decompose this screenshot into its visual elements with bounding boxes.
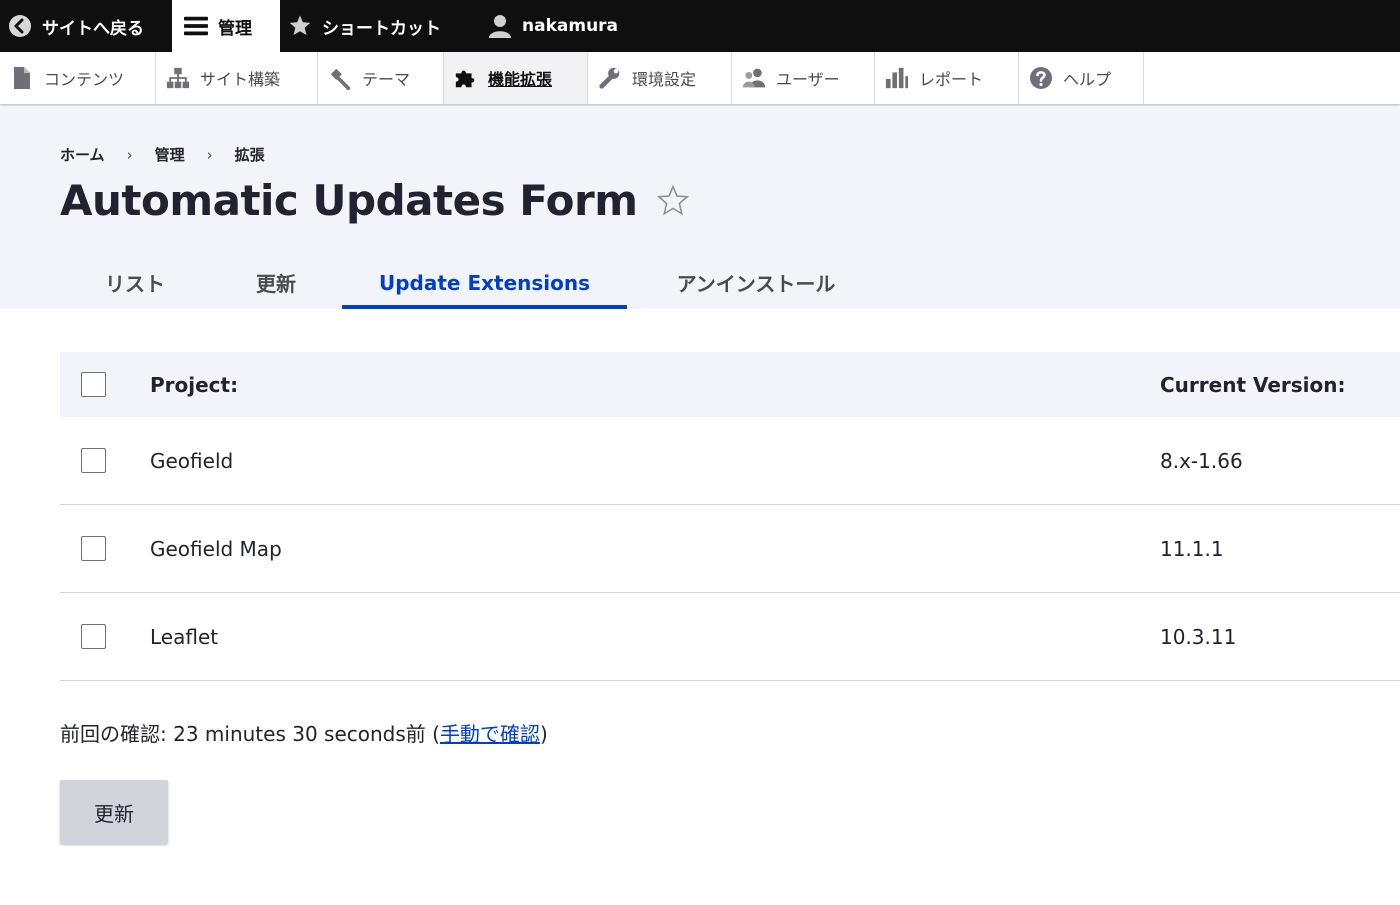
row-checkbox[interactable] — [81, 536, 106, 561]
user-label: nakamura — [522, 16, 619, 36]
breadcrumb-extend[interactable]: 拡張 — [235, 144, 265, 165]
last-check-suffix: ) — [539, 722, 548, 746]
current-version: 8.x-1.66 — [1160, 448, 1243, 473]
tab-list[interactable]: リスト — [60, 256, 210, 309]
arrow-left-circle-icon — [8, 14, 32, 38]
row-select-cell — [60, 624, 150, 649]
select-all-checkbox[interactable] — [81, 372, 106, 397]
project-name: Geofield — [150, 448, 234, 473]
manage-tab[interactable]: 管理 — [172, 0, 280, 52]
tray-label-help: ヘルプ — [1063, 70, 1112, 89]
tray-item-content[interactable]: コンテンツ — [0, 52, 156, 104]
page-header: ホーム › 管理 › 拡張 Automatic Updates Form リスト… — [0, 106, 1400, 309]
check-manually-link[interactable]: 手動で確認 — [440, 722, 540, 746]
breadcrumb-home[interactable]: ホーム — [60, 144, 105, 165]
add-shortcut-star-icon[interactable] — [656, 184, 690, 218]
page-title-text: Automatic Updates Form — [60, 176, 638, 225]
tray-label-config: 環境設定 — [632, 70, 697, 89]
row-checkbox[interactable] — [81, 624, 106, 649]
select-all-cell — [60, 372, 150, 397]
page-title: Automatic Updates Form — [60, 176, 690, 225]
tray-item-extend[interactable]: 機能拡張 — [444, 52, 588, 104]
current-version: 10.3.11 — [1160, 624, 1237, 649]
update-button[interactable]: 更新 — [60, 780, 168, 844]
tab-uninstall[interactable]: アンインストール — [627, 256, 885, 309]
table-row: Leaflet 10.3.11 — [60, 593, 1400, 681]
wrench-icon — [598, 66, 622, 90]
tray-item-structure[interactable]: サイト構築 — [156, 52, 318, 104]
sitemap-icon — [166, 66, 190, 90]
breadcrumb-admin[interactable]: 管理 — [155, 144, 185, 165]
tray-item-help[interactable]: ヘルプ — [1019, 52, 1144, 104]
last-check-prefix: 前回の確認: 23 minutes 30 seconds前 ( — [60, 722, 440, 746]
table-row: Geofield Map 11.1.1 — [60, 505, 1400, 593]
project-column-header: Project: — [150, 372, 239, 397]
tab-update[interactable]: 更新 — [210, 256, 342, 309]
user-tab[interactable]: nakamura — [476, 0, 632, 52]
bar-chart-icon — [885, 66, 909, 90]
tray-label-people: ユーザー — [776, 70, 840, 89]
shortcuts-tab[interactable]: ショートカット — [280, 0, 476, 52]
tray-item-reports[interactable]: レポート — [875, 52, 1019, 104]
paintbrush-icon — [328, 66, 352, 90]
star-icon — [288, 14, 312, 38]
admin-toolbar: サイトへ戻る 管理 ショートカット nakamura — [0, 0, 1400, 52]
puzzle-icon — [454, 66, 478, 90]
row-select-cell — [60, 448, 150, 473]
current-version: 11.1.1 — [1160, 536, 1224, 561]
tray-item-config[interactable]: 環境設定 — [588, 52, 732, 104]
last-check-status: 前回の確認: 23 minutes 30 seconds前 (手動で確認) — [60, 718, 548, 747]
breadcrumb: ホーム › 管理 › 拡張 — [60, 144, 265, 165]
people-icon — [742, 66, 766, 90]
breadcrumb-separator: › — [126, 145, 133, 164]
row-checkbox[interactable] — [81, 448, 106, 473]
row-select-cell — [60, 536, 150, 561]
tray-label-reports: レポート — [919, 70, 984, 89]
hamburger-menu-icon — [184, 14, 208, 38]
tray-label-extend: 機能拡張 — [488, 70, 553, 89]
table-row: Geofield 8.x-1.66 — [60, 417, 1400, 505]
file-icon — [10, 66, 34, 90]
extensions-table: Project: Current Version: Geofield 8.x-1… — [60, 352, 1400, 681]
manage-label: 管理 — [218, 18, 252, 39]
help-icon — [1029, 66, 1053, 90]
back-to-site-link[interactable]: サイトへ戻る — [0, 0, 172, 52]
back-to-site-label: サイトへ戻る — [42, 18, 144, 39]
version-column-header: Current Version: — [1160, 372, 1346, 397]
user-icon — [488, 14, 512, 38]
tab-update-extensions[interactable]: Update Extensions — [342, 256, 627, 309]
admin-tray: コンテンツ サイト構築 テーマ 機能拡張 環境設定 ユーザー レポート ヘルプ — [0, 52, 1400, 105]
tray-label-content: コンテンツ — [44, 70, 125, 89]
tray-label-appearance: テーマ — [362, 70, 411, 89]
project-name: Geofield Map — [150, 536, 282, 561]
table-header: Project: Current Version: — [60, 352, 1400, 417]
tray-label-structure: サイト構築 — [200, 70, 281, 89]
local-tabs: リスト 更新 Update Extensions アンインストール — [60, 256, 885, 309]
shortcuts-label: ショートカット — [322, 18, 441, 39]
project-name: Leaflet — [150, 624, 219, 649]
tray-item-appearance[interactable]: テーマ — [318, 52, 444, 104]
breadcrumb-separator: › — [206, 145, 213, 164]
tray-item-people[interactable]: ユーザー — [732, 52, 875, 104]
